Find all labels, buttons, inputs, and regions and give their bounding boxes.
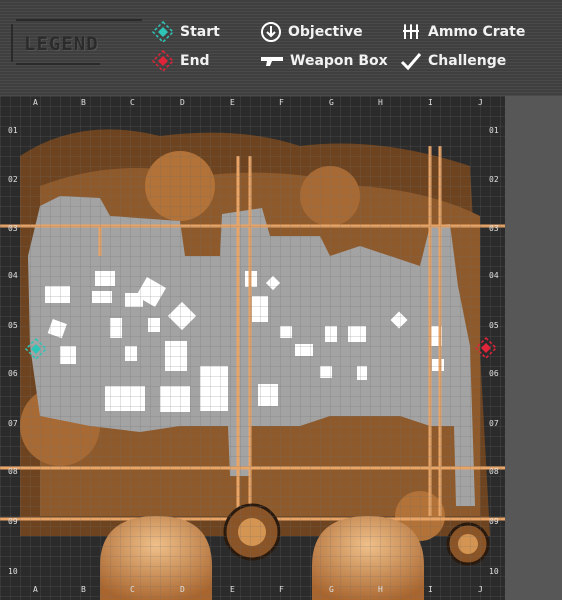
row-label-06: 06 <box>8 369 18 378</box>
legend-item-start: Start <box>152 21 220 43</box>
legend-item-challenge: Challenge <box>400 50 506 72</box>
legend-item-end: End <box>152 50 210 72</box>
start-diamond-icon <box>152 21 174 43</box>
row-label-04: 04 <box>489 271 499 280</box>
row-label-07: 07 <box>489 419 499 428</box>
row-label-01: 01 <box>489 126 499 135</box>
column-label-j: J <box>478 585 483 594</box>
legend-item-ammo-crate: Ammo Crate <box>400 21 525 43</box>
legend-panel: LEGEND Start End Objective Weapon Box Am… <box>0 0 562 96</box>
row-label-02: 02 <box>8 175 18 184</box>
legend-label-end: End <box>180 53 210 69</box>
column-label-a: A <box>33 98 38 107</box>
challenge-check-icon <box>400 53 422 71</box>
legend-label-ammo-crate: Ammo Crate <box>428 24 526 40</box>
column-label-i: I <box>428 98 433 107</box>
map-right-margin <box>505 96 562 600</box>
column-label-b: B <box>81 98 86 107</box>
column-label-d: D <box>180 98 185 107</box>
column-label-f: F <box>279 98 284 107</box>
row-label-05: 05 <box>8 321 18 330</box>
row-label-04: 04 <box>8 271 18 280</box>
column-label-h: H <box>378 98 383 107</box>
legend-label-challenge: Challenge <box>428 53 507 69</box>
column-label-g: G <box>329 98 334 107</box>
column-label-f: F <box>279 585 284 594</box>
row-label-10: 10 <box>8 567 18 576</box>
legend-label-objective: Objective <box>288 24 363 40</box>
row-label-09: 09 <box>489 517 499 526</box>
column-label-a: A <box>33 585 38 594</box>
column-label-h: H <box>378 585 383 594</box>
row-label-01: 01 <box>8 126 18 135</box>
column-label-c: C <box>130 98 135 107</box>
row-label-10: 10 <box>489 567 499 576</box>
row-label-06: 06 <box>489 369 499 378</box>
column-label-e: E <box>230 98 235 107</box>
end-diamond-icon <box>152 50 174 72</box>
column-label-d: D <box>180 585 185 594</box>
row-label-05: 05 <box>489 321 499 330</box>
row-label-03: 03 <box>489 224 499 233</box>
legend-label-weapon-box: Weapon Box <box>290 53 388 69</box>
column-label-b: B <box>81 585 86 594</box>
row-label-09: 09 <box>8 517 18 526</box>
row-label-08: 08 <box>489 467 499 476</box>
column-label-c: C <box>130 585 135 594</box>
weapon-box-icon <box>261 57 283 66</box>
legend-item-weapon-box: Weapon Box <box>260 50 388 72</box>
row-label-03: 03 <box>8 224 18 233</box>
legend-label-start: Start <box>180 24 220 40</box>
ammo-crate-icon <box>403 24 419 39</box>
legend-title: LEGEND <box>24 33 99 55</box>
column-label-j: J <box>478 98 483 107</box>
row-label-08: 08 <box>8 467 18 476</box>
objective-arrow-icon <box>261 22 281 42</box>
row-label-02: 02 <box>489 175 499 184</box>
level-map <box>0 96 562 600</box>
column-label-e: E <box>230 585 235 594</box>
legend-item-objective: Objective <box>260 21 363 43</box>
column-label-i: I <box>428 585 433 594</box>
column-label-g: G <box>329 585 334 594</box>
row-label-07: 07 <box>8 419 18 428</box>
map-canvas <box>0 96 505 600</box>
